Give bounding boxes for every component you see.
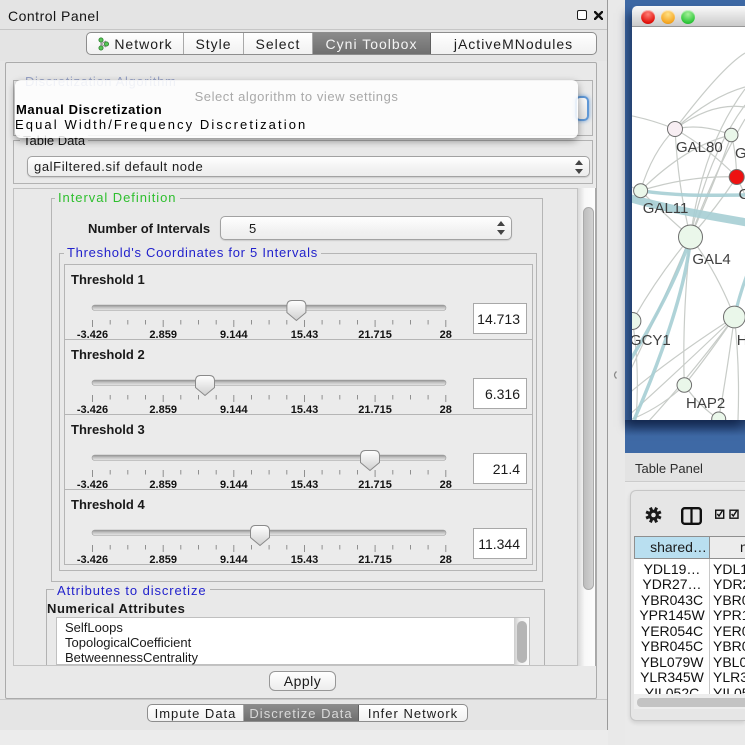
svg-text:GAL80: GAL80 bbox=[676, 139, 723, 156]
svg-text:21.715: 21.715 bbox=[358, 329, 392, 339]
svg-text:9.144: 9.144 bbox=[220, 554, 248, 564]
svg-text:GCY1: GCY1 bbox=[632, 332, 671, 349]
svg-text:21.715: 21.715 bbox=[358, 554, 392, 564]
svg-text:CY: CY bbox=[739, 186, 745, 203]
svg-text:2.859: 2.859 bbox=[149, 404, 177, 414]
svg-text:HAP2: HAP2 bbox=[686, 395, 725, 412]
svg-text:15.43: 15.43 bbox=[291, 404, 319, 414]
svg-text:-3.426: -3.426 bbox=[77, 479, 108, 489]
svg-text:15.43: 15.43 bbox=[291, 329, 319, 339]
svg-text:2.859: 2.859 bbox=[149, 329, 177, 339]
svg-text:-3.426: -3.426 bbox=[77, 404, 108, 414]
svg-text:28: 28 bbox=[440, 554, 452, 564]
svg-text:28: 28 bbox=[440, 479, 452, 489]
svg-text:-3.426: -3.426 bbox=[77, 554, 108, 564]
svg-text:GAL3: GAL3 bbox=[735, 145, 745, 162]
svg-text:9.144: 9.144 bbox=[220, 404, 248, 414]
svg-text:21.715: 21.715 bbox=[358, 404, 392, 414]
svg-text:15.43: 15.43 bbox=[291, 554, 319, 564]
svg-text:H: H bbox=[737, 332, 745, 349]
svg-text:2.859: 2.859 bbox=[149, 479, 177, 489]
svg-text:28: 28 bbox=[440, 329, 452, 339]
svg-text:GAL4: GAL4 bbox=[692, 251, 730, 268]
svg-text:28: 28 bbox=[440, 404, 452, 414]
svg-text:GAL11: GAL11 bbox=[643, 200, 689, 217]
svg-text:9.144: 9.144 bbox=[220, 329, 248, 339]
svg-text:-3.426: -3.426 bbox=[77, 329, 108, 339]
svg-text:9.144: 9.144 bbox=[220, 479, 248, 489]
svg-text:15.43: 15.43 bbox=[291, 479, 319, 489]
svg-text:2.859: 2.859 bbox=[149, 554, 177, 564]
svg-text:21.715: 21.715 bbox=[358, 479, 392, 489]
